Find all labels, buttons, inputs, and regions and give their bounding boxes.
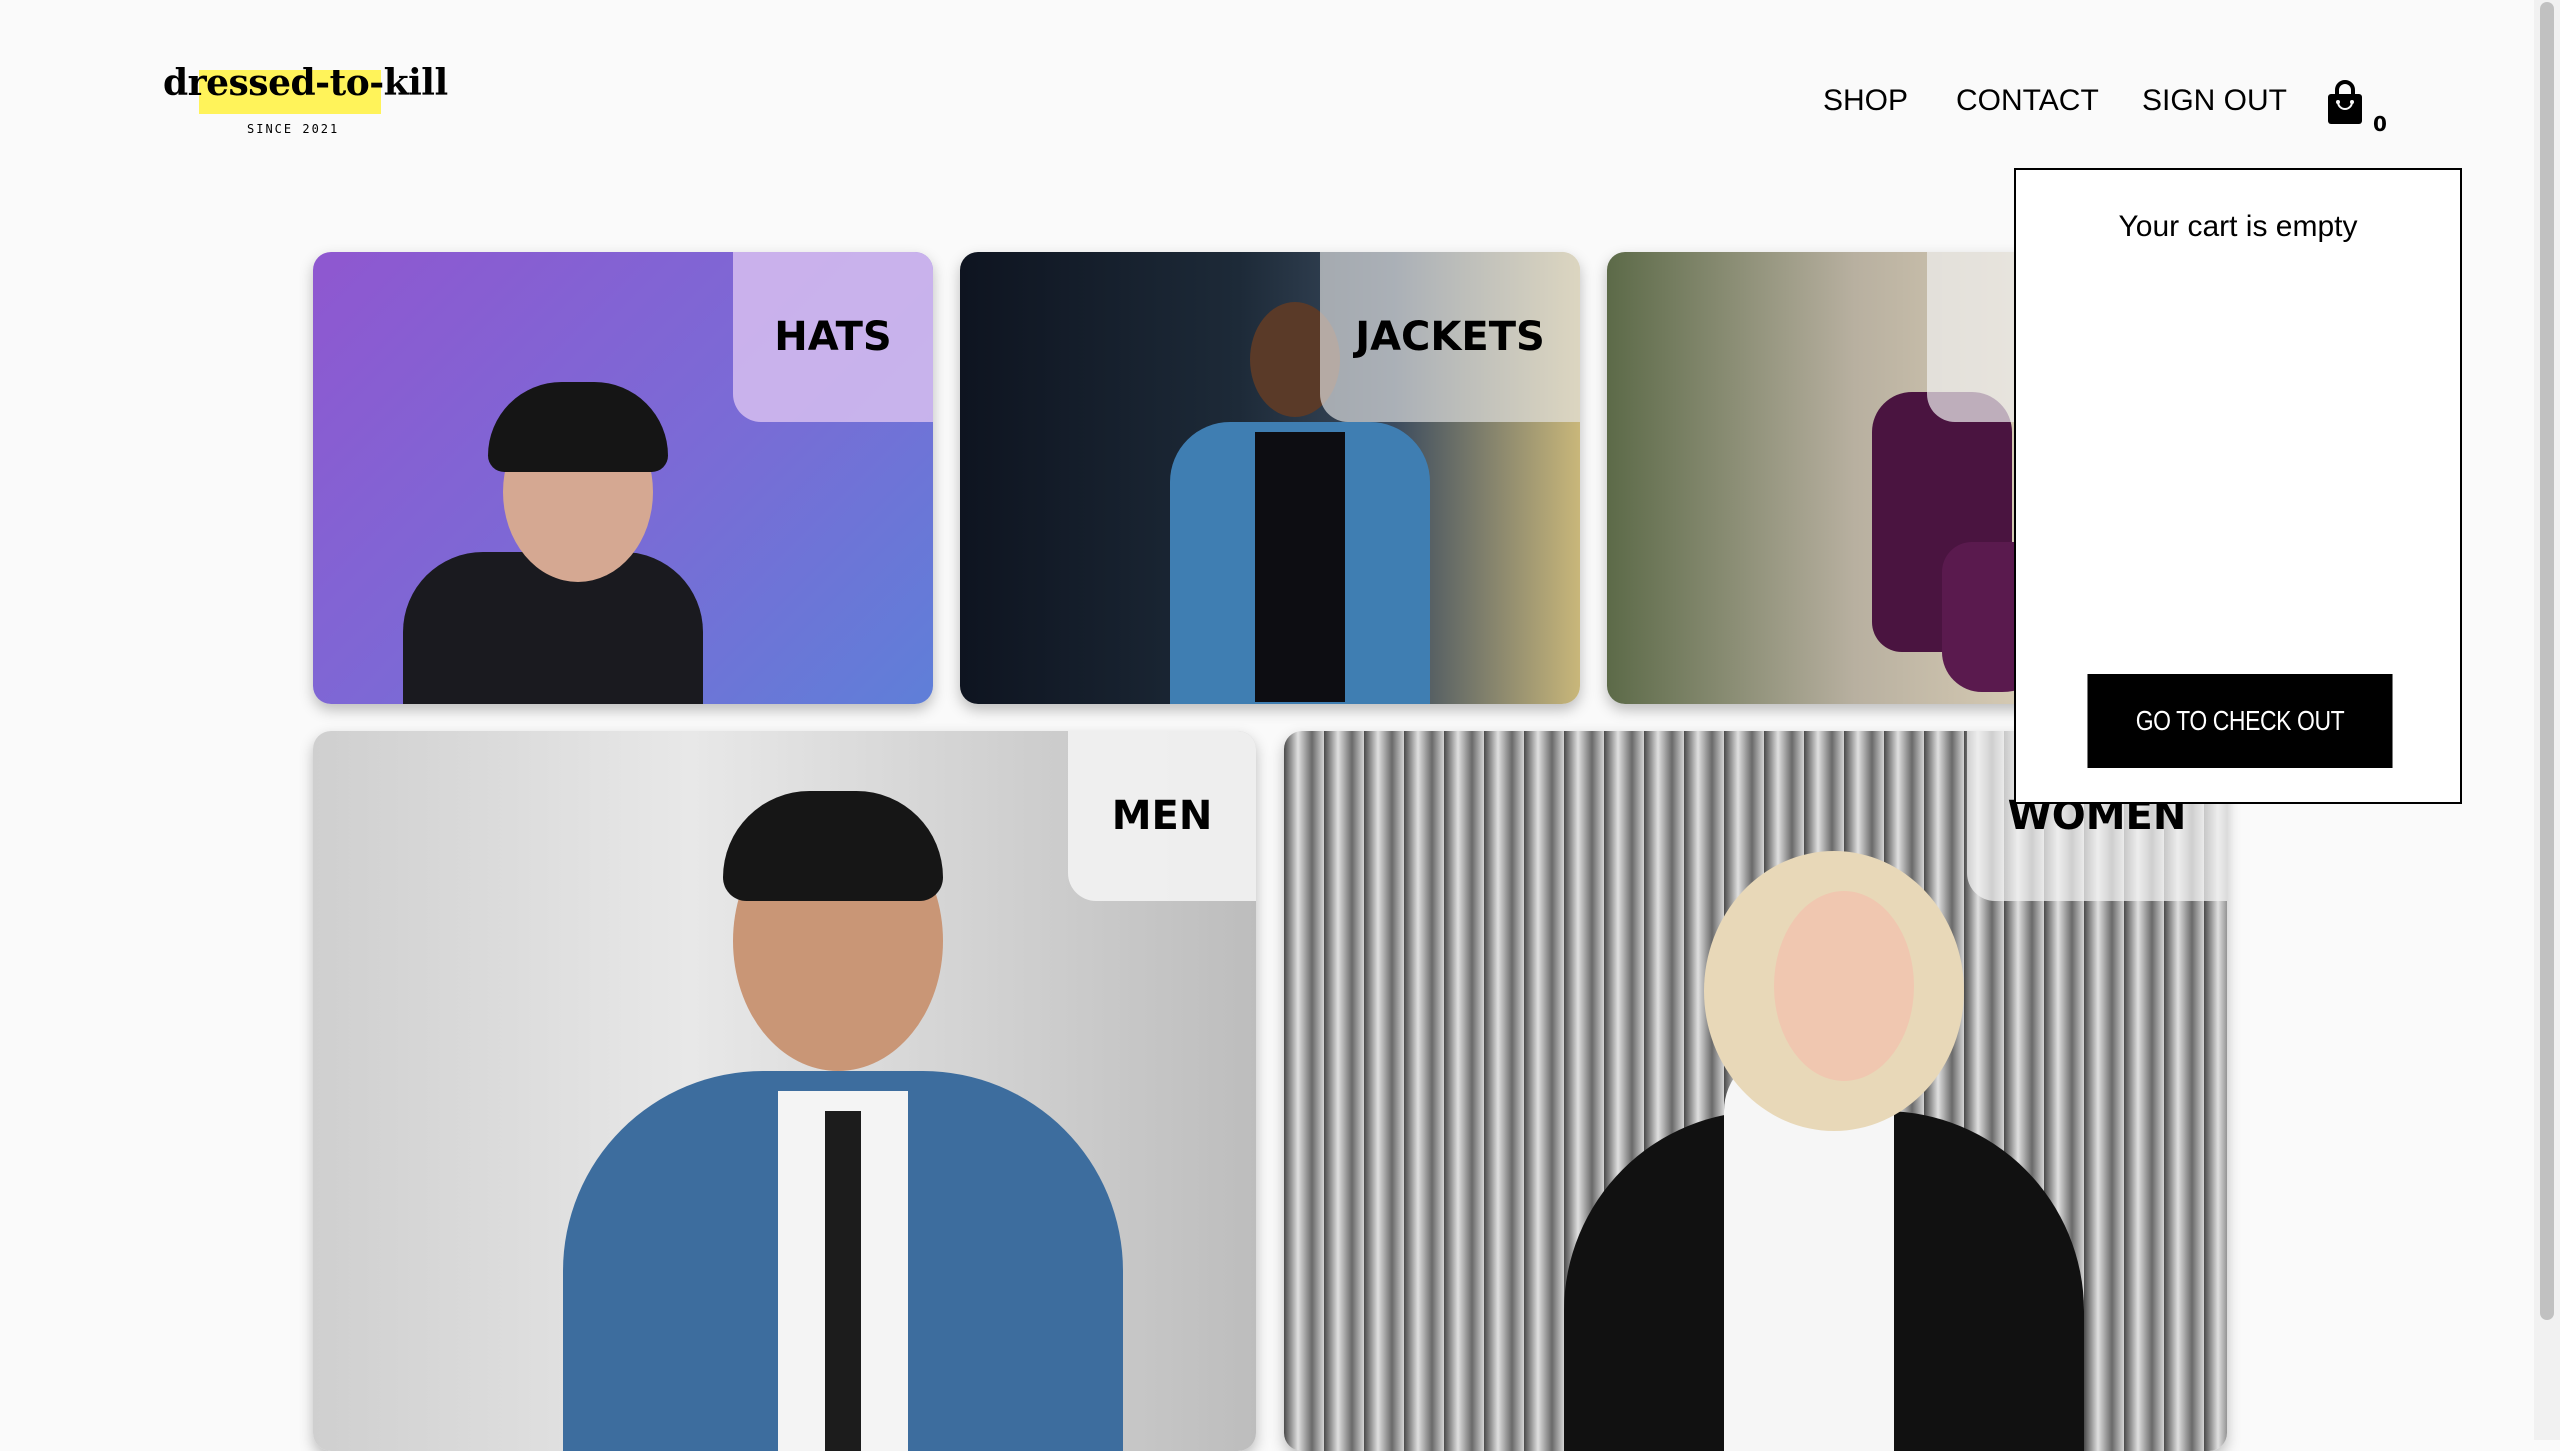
model-photo-women — [1564, 851, 2124, 1451]
model-photo-hats — [373, 322, 753, 704]
category-tile-men[interactable]: MEN — [313, 731, 1256, 1451]
cart-empty-message: Your cart is empty — [2118, 210, 2358, 243]
brand-name: dressed-to-kill — [163, 62, 448, 104]
nav-sign-out-link[interactable]: SIGN OUT — [2142, 84, 2287, 118]
brand-tagline: SINCE 2021 — [247, 122, 340, 136]
scrollbar-thumb[interactable] — [2540, 2, 2554, 1320]
category-tile-jackets[interactable]: JACKETS — [960, 252, 1580, 704]
brand-logo[interactable]: dressed-to-kill SINCE 2021 — [163, 62, 448, 142]
category-tile-women[interactable]: WOMEN — [1284, 731, 2227, 1451]
model-photo-men — [563, 771, 1123, 1451]
nav-contact-link[interactable]: CONTACT — [1956, 84, 2099, 118]
category-label-men: MEN — [1068, 731, 1256, 901]
cart-count: 0 — [2373, 112, 2387, 136]
category-label-jackets: JACKETS — [1320, 252, 1580, 422]
nav-shop-link[interactable]: SHOP — [1823, 84, 1908, 118]
category-label-hats: HATS — [733, 252, 933, 422]
go-to-checkout-button[interactable]: GO TO CHECK OUT — [2087, 674, 2393, 768]
cart-dropdown: Your cart is empty GO TO CHECK OUT — [2014, 168, 2462, 804]
category-tile-hats[interactable]: HATS — [313, 252, 933, 704]
page-scrollbar[interactable] — [2534, 0, 2560, 1440]
shopping-bag-icon[interactable] — [2324, 80, 2366, 126]
